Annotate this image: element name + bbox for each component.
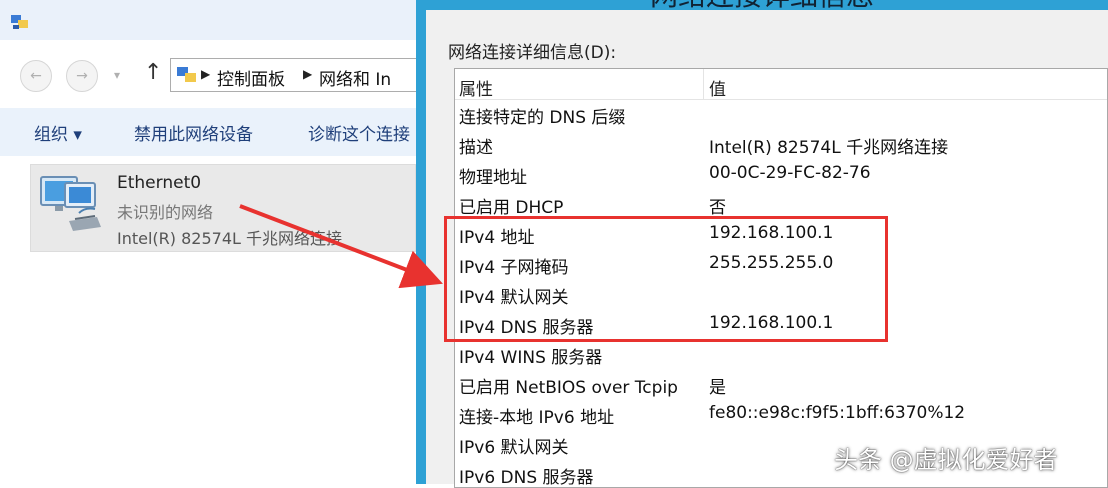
value-cell: fe80::e98c:f9f5:1bff:6370%12 bbox=[709, 403, 966, 423]
forward-button[interactable]: → bbox=[66, 60, 98, 92]
value-cell: Intel(R) 82574L 千兆网络连接 bbox=[709, 138, 949, 158]
property-cell: IPv4 WINS 服务器 bbox=[459, 348, 603, 368]
column-header-property[interactable]: 属性 bbox=[459, 75, 493, 100]
column-header-value[interactable]: 值 bbox=[709, 75, 726, 100]
back-button[interactable]: ← bbox=[20, 60, 52, 92]
breadcrumb-separator-icon: ▶ bbox=[201, 67, 211, 81]
table-row[interactable]: 已启用 DHCP 否 bbox=[455, 189, 1107, 219]
table-row[interactable]: 描述 Intel(R) 82574L 千兆网络连接 bbox=[455, 129, 1107, 159]
table-row[interactable]: 物理地址 00-0C-29-FC-82-76 bbox=[455, 159, 1107, 189]
breadcrumb-network[interactable]: 网络和 In bbox=[319, 65, 391, 90]
property-cell: 连接-本地 IPv6 地址 bbox=[459, 408, 615, 428]
table-row[interactable]: 连接-本地 IPv6 地址 fe80::e98c:f9f5:1bff:6370%1… bbox=[455, 399, 1107, 429]
table-row[interactable]: 连接特定的 DNS 后缀 bbox=[455, 99, 1107, 129]
address-bar[interactable]: ▶ 控制面板 ▶ 网络和 In bbox=[170, 58, 416, 92]
connection-name: Ethernet0 bbox=[117, 173, 202, 193]
breadcrumb-separator-icon: ▶ bbox=[303, 67, 313, 81]
table-header: 属性 值 bbox=[455, 69, 1107, 100]
diagnose-connection-button[interactable]: 诊断这个连接 bbox=[308, 120, 410, 145]
window-titlebar bbox=[0, 0, 416, 40]
property-cell: 已启用 DHCP bbox=[459, 198, 564, 218]
connection-item-ethernet0[interactable]: Ethernet0 未识别的网络 Intel(R) 82574L 千兆网络连接 bbox=[30, 164, 416, 252]
property-cell: IPv6 DNS 服务器 bbox=[459, 468, 594, 488]
connection-status: 未识别的网络 bbox=[117, 203, 214, 222]
organize-menu[interactable]: 组织 ▾ bbox=[34, 120, 82, 145]
value-cell: 是 bbox=[709, 378, 726, 398]
control-panel-icon bbox=[177, 67, 196, 82]
table-row[interactable]: 已启用 NetBIOS over Tcpip 是 bbox=[455, 369, 1107, 399]
network-adapter-icon bbox=[40, 176, 101, 231]
property-cell: 描述 bbox=[459, 138, 493, 158]
network-connections-window: ← → ▾ ↑ ▶ 控制面板 ▶ 网络和 In 组织 ▾ 禁用此网络设备 诊断这… bbox=[0, 0, 416, 484]
details-label: 网络连接详细信息(D): bbox=[448, 43, 617, 63]
disable-device-button[interactable]: 禁用此网络设备 bbox=[134, 120, 253, 145]
ipv4-highlight-box bbox=[444, 216, 888, 342]
navigation-bar: ← → ▾ ↑ ▶ 控制面板 ▶ 网络和 In bbox=[0, 44, 416, 108]
property-cell: IPv6 默认网关 bbox=[459, 438, 569, 458]
property-cell: 连接特定的 DNS 后缀 bbox=[459, 108, 626, 128]
up-arrow-icon[interactable]: ↑ bbox=[144, 60, 162, 85]
breadcrumb-control-panel[interactable]: 控制面板 bbox=[217, 65, 285, 90]
recent-locations-dropdown[interactable]: ▾ bbox=[114, 68, 120, 82]
property-cell: 物理地址 bbox=[459, 168, 527, 188]
network-folder-icon bbox=[11, 15, 28, 29]
connection-adapter: Intel(R) 82574L 千兆网络连接 bbox=[117, 229, 343, 248]
value-cell: 否 bbox=[709, 198, 726, 218]
command-bar: 组织 ▾ 禁用此网络设备 诊断这个连接 bbox=[0, 108, 416, 156]
column-divider[interactable] bbox=[703, 69, 704, 99]
property-cell: 已启用 NetBIOS over Tcpip bbox=[459, 378, 678, 398]
value-cell: 00-0C-29-FC-82-76 bbox=[709, 163, 871, 183]
watermark: 头条 @虚拟化爱好者 bbox=[834, 446, 1058, 474]
table-row[interactable]: IPv4 WINS 服务器 bbox=[455, 339, 1107, 369]
